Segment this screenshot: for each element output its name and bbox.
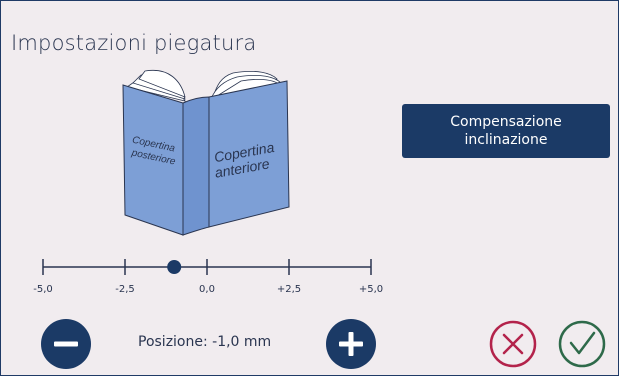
fold-settings-screen: Impostazioni piegatura Copertina posteri…: [0, 0, 619, 376]
close-icon: [489, 320, 537, 368]
decrease-button[interactable]: [41, 319, 91, 369]
front-cover: [182, 96, 210, 236]
tilt-compensation-label-line2: inclinazione: [464, 132, 548, 148]
slider-tick-label: -5,0: [33, 284, 53, 295]
minus-icon: [54, 341, 78, 347]
check-icon: [558, 320, 606, 368]
slider-tick-label: +2,5: [276, 284, 302, 295]
book-illustration: Copertina posteriore Copertina anteriore: [122, 69, 290, 236]
page-title: Impostazioni piegatura: [11, 31, 257, 55]
increase-button[interactable]: [326, 319, 376, 369]
cancel-button[interactable]: [488, 319, 538, 369]
confirm-button[interactable]: [557, 319, 607, 369]
tilt-compensation-button[interactable]: Compensazione inclinazione: [402, 104, 610, 158]
slider-tick-label: -2,5: [115, 284, 135, 295]
position-readout: Posizione: -1,0 mm: [138, 334, 272, 350]
slider-tick-label: 0,0: [199, 284, 215, 295]
slider-knob[interactable]: [167, 260, 182, 274]
position-slider[interactable]: -5,0 -2,5 0,0 +2,5 +5,0: [33, 253, 385, 303]
tilt-compensation-label-line1: Compensazione: [450, 114, 562, 130]
slider-tick-label: +5,0: [358, 284, 384, 295]
plus-icon: [339, 332, 363, 356]
